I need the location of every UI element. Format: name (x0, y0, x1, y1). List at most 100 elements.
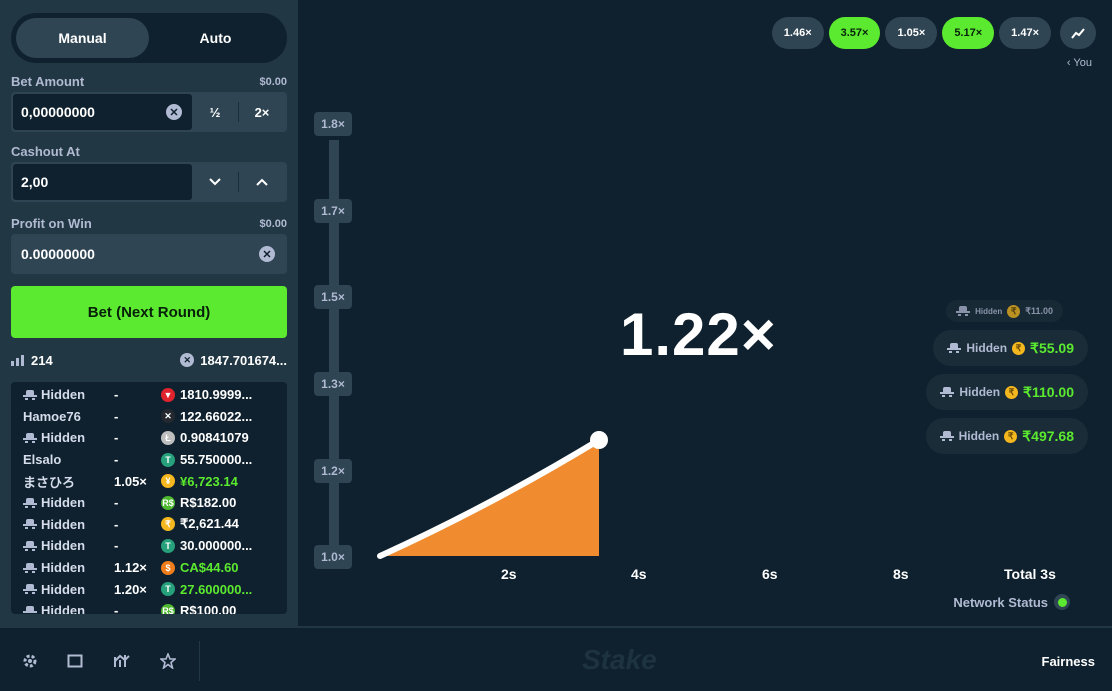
current-multiplier: 1.22× (620, 301, 777, 368)
profit-value: 0.00000000 (21, 246, 95, 262)
player-name-cell: Hidden (11, 582, 103, 597)
cashout-player-name: Hidden (966, 341, 1008, 355)
currency-inr-icon: ₹ (161, 517, 175, 532)
player-name: Hidden (41, 516, 86, 532)
player-name: Elsalo (23, 452, 62, 468)
currency-usdt-icon: T (161, 538, 175, 553)
player-cashout-multiplier: - (114, 516, 119, 532)
crash-game-area: 1.46× 3.57× 1.05× 5.17× 1.47× ‹ You 1.8× 1.7×… (298, 0, 1112, 626)
currency-xrp-icon: ✕ (166, 104, 182, 120)
player-cashout-multiplier: - (114, 408, 119, 424)
tab-manual[interactable]: Manual (16, 18, 149, 58)
half-bet-button[interactable]: ½ (192, 94, 238, 130)
player-bet-amount: R$182.00 (180, 495, 237, 511)
settings-gear-icon[interactable] (22, 653, 38, 669)
cashout-input[interactable]: 2,00 (13, 164, 192, 200)
player-bet-amount: ₹2,621.44 (180, 516, 239, 532)
player-bet-amount-cell: T 30.000000... (161, 538, 287, 553)
hidden-user-icon (23, 389, 37, 400)
player-bet-amount: 30.000000... (180, 538, 253, 554)
player-bet-amount-cell: T 27.600000... (161, 582, 287, 597)
currency-inr-icon: ₹ (1004, 429, 1018, 443)
player-name: Hidden (41, 387, 86, 403)
cashout-player-name: Hidden (959, 385, 1001, 399)
favourite-star-icon[interactable] (160, 653, 176, 669)
player-bet-amount: CA$44.60 (180, 560, 239, 576)
player-row[interactable]: まさひろ 1.05× ¥ ¥6,723.14 (11, 470, 287, 492)
player-bet-amount-cell: ¥ ¥6,723.14 (161, 474, 287, 489)
player-row[interactable]: Hidden 1.20× T 27.600000... (11, 578, 287, 600)
footer-divider (199, 641, 200, 681)
player-row[interactable]: Hidden - R$ R$100.00 (11, 600, 287, 614)
cashout-player-name: Hidden (958, 429, 1000, 443)
player-row[interactable]: Hidden 1.12× $ CA$44.60 (11, 557, 287, 579)
cashout-decrease-button[interactable] (192, 164, 238, 200)
profit-input: 0.00000000 ✕ (13, 236, 285, 272)
player-bet-amount: 122.66022... (180, 408, 253, 424)
player-bet-amount-cell: ▼ 1810.9999... (161, 387, 287, 402)
currency-ltc-icon: Ł (161, 430, 175, 445)
player-row[interactable]: Hidden - ₹ ₹2,621.44 (11, 514, 287, 536)
player-name: Hidden (41, 538, 86, 554)
bet-amount-input[interactable]: 0,00000000 ✕ (13, 94, 192, 130)
player-name-cell: Hidden (11, 603, 103, 614)
player-bet-amount-cell: ₹ ₹2,621.44 (161, 516, 287, 532)
hidden-user-icon (23, 540, 37, 551)
profit-usd: $0.00 (259, 217, 287, 230)
player-row[interactable]: Hidden - T 30.000000... (11, 535, 287, 557)
network-status-label: Network Status (953, 594, 1048, 610)
player-name: Hidden (41, 603, 86, 614)
player-row[interactable]: Elsalo - T 55.750000... (11, 449, 287, 471)
currency-brl-icon: R$ (161, 495, 175, 510)
theatre-mode-icon[interactable] (67, 653, 83, 669)
live-stats-icon[interactable] (114, 653, 130, 669)
cashout-field: 2,00 (11, 162, 287, 202)
player-cashout-multiplier: 1.20× (114, 581, 147, 597)
player-bet-amount: 27.600000... (180, 581, 253, 597)
player-row[interactable]: Hamoe76 - ✕ 122.66022... (11, 406, 287, 428)
currency-xrp-icon: ✕ (180, 353, 195, 367)
total-wagered: 1847.701674... (200, 352, 287, 368)
network-status[interactable]: Network Status (953, 594, 1070, 610)
hidden-user-icon (23, 432, 37, 443)
currency-trx-icon: ▼ (161, 387, 175, 402)
cashout-label: Cashout At (11, 144, 80, 159)
x-tick-label: 2s (501, 566, 517, 582)
bet-button[interactable]: Bet (Next Round) (11, 286, 287, 338)
round-stats: 214 ✕ 1847.701674... (11, 350, 287, 370)
tab-auto[interactable]: Auto (149, 18, 282, 58)
player-row[interactable]: Hidden - ▼ 1810.9999... (11, 384, 287, 406)
x-tick-label: 8s (893, 566, 909, 582)
cashout-amount: ₹11.00 (1025, 305, 1053, 316)
player-count: 214 (31, 352, 53, 368)
chevron-up-icon (256, 178, 268, 186)
players-icon (11, 355, 24, 366)
x-tick-label: 4s (631, 566, 647, 582)
currency-jpy-icon: ¥ (161, 474, 175, 489)
player-bet-amount: 1810.9999... (180, 387, 253, 403)
mode-tabs: Manual Auto (11, 13, 287, 63)
player-cashout-multiplier: - (114, 538, 119, 554)
player-name: Hidden (41, 581, 86, 597)
player-name-cell: Hidden (11, 517, 103, 532)
player-row[interactable]: Hidden - Ł 0.90841079 (11, 427, 287, 449)
bet-amount-field: 0,00000000 ✕ ½ 2× (11, 92, 287, 132)
player-bet-amount-cell: T 55.750000... (161, 452, 287, 467)
player-bet-amount-cell: Ł 0.90841079 (161, 430, 287, 445)
player-bet-amount-cell: ✕ 122.66022... (161, 409, 287, 424)
currency-inr-icon: ₹ (1007, 304, 1021, 318)
cashout-pill: Hidden ₹ ₹110.00 (926, 374, 1088, 410)
player-bet-amount: 0.90841079 (180, 430, 249, 446)
cashout-increase-button[interactable] (239, 164, 285, 200)
player-name-cell: Hidden (11, 538, 103, 553)
player-name: まさひろ (23, 474, 76, 490)
cashout-amount: ₹55.09 (1030, 339, 1074, 356)
bet-amount-label: Bet Amount (11, 74, 85, 89)
player-row[interactable]: Hidden - R$ R$182.00 (11, 492, 287, 514)
total-time: Total 3s (1004, 566, 1056, 582)
fairness-link[interactable]: Fairness (1042, 654, 1095, 669)
double-bet-button[interactable]: 2× (239, 94, 285, 130)
players-list[interactable]: Hidden - ▼ 1810.9999... Hamoe76 - ✕ 122.66022..… (11, 382, 287, 614)
currency-cad-icon: $ (161, 560, 175, 575)
cashout-feed: Hidden ₹ ₹11.00 Hidden ₹ ₹55.09 Hidden ₹ ₹110.00… (925, 300, 1088, 454)
